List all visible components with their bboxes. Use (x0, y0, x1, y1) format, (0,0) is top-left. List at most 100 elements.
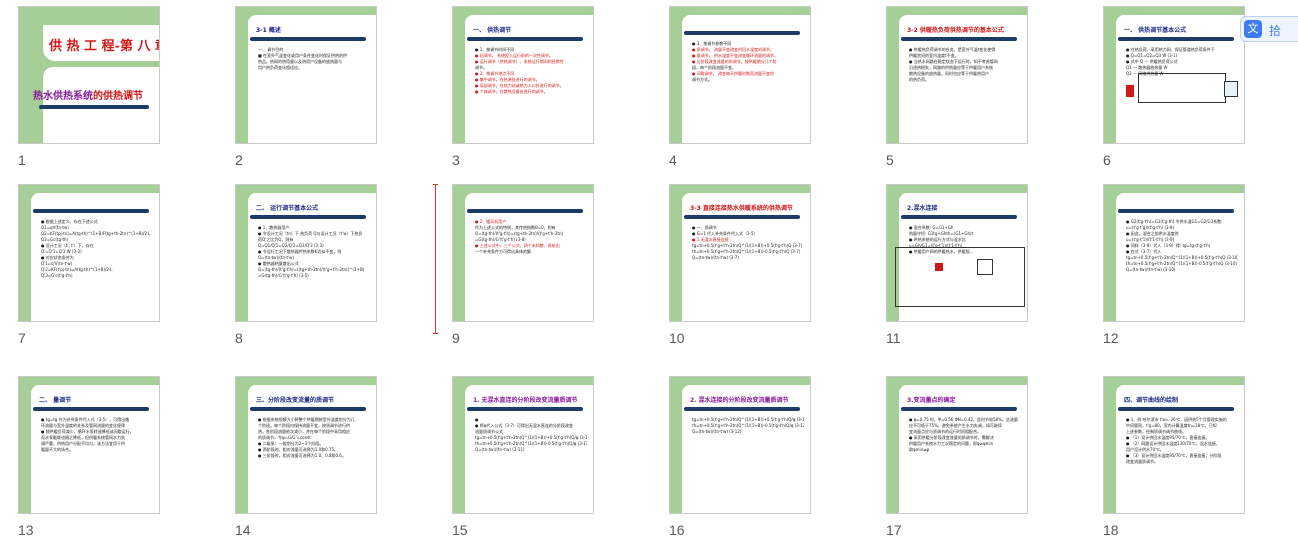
slide-number: 8 (235, 330, 243, 346)
slide-body: ● 3、按调节参数不同 ● 质调节。 流量不变改变供回水温度的调节。 ● 量调节。 … (692, 41, 804, 83)
slide-number: 14 (235, 522, 251, 538)
slide-title: 3.变流量点的确定 (907, 397, 956, 404)
radiator-icon (977, 259, 993, 275)
slide-title: 3-1 概述 (256, 27, 281, 34)
slide-number: 15 (452, 522, 468, 538)
slide-text-line: 调节方式。 (692, 77, 712, 82)
title-underline (39, 105, 149, 109)
title-bar (250, 215, 366, 219)
slide-title: 供 热 工 程-第 八 章 (49, 39, 160, 54)
slide-number: 16 (669, 522, 685, 538)
title-bar (1118, 37, 1234, 41)
slide-preview[interactable]: 供 热 工 程-第 八 章热水供热系统的供热调节 (18, 6, 160, 144)
slide-preview[interactable]: 三、分阶段改变流量的质调节 ● 根据系统规模大小将整个供暖期按室外温度划分为几 个… (235, 376, 377, 514)
slide-preview[interactable]: 2. 混水连接的分阶段改变流量质调节 tg=tn+0.5(t'g+t'h-2tn… (669, 376, 811, 514)
slide-text-line: =G(tg-th)/G'(t'g-t'h) (3-5) (258, 273, 309, 278)
slide-preview[interactable]: ● 3、按调节参数不同 ● 质调节。 流量不变改变供回水温度的调节。 ● 量调节。 … (669, 6, 811, 144)
title-bar (1118, 209, 1234, 213)
slide-preview[interactable]: ● 根据上述定义，存在下述公式 Q1=qV(tn-tw) Q2=KF(tpj-t… (18, 184, 160, 322)
slide-number: 4 (669, 152, 677, 168)
title-bar (901, 37, 1017, 41)
slide-number: 9 (452, 330, 460, 346)
slide-preview[interactable]: 二、 运行调节基本公式 ● 1、散热器用户 ● 令设计工况（tn）下 热负荷 Q与设… (235, 184, 377, 322)
slide-body: ● 1、例 哈尔滨市 t'w=-26℃，因供热5个月管理实施的 中间管网，t'g… (1126, 417, 1238, 465)
title-bar (33, 407, 149, 411)
slide-body: ● 1、按调节时间不同 ● 初调节。 系统投入运行前的一次性调节。 ● 运行调节（供… (475, 47, 587, 95)
title-bar (250, 407, 366, 411)
slide-text-line: 用户热负荷变化相适应。 (258, 65, 302, 70)
slide-body: ● 根据上述定义，存在下述公式 Q1=qV(tn-tw) Q2=KF(tpj-t… (41, 219, 153, 279)
slide-text-line: Q=(tn-tw)/(tn-t'w) (3-7) (692, 255, 739, 260)
slide-body: ● 一、质调节 ● G=1 代入补充条件代入式（3-5） ● 1.无混水直接连接 t… (692, 225, 804, 261)
title-bar (467, 407, 583, 411)
title-bar (901, 407, 1017, 411)
slide-number: 6 (1103, 152, 1111, 168)
slide-number: 12 (1103, 330, 1119, 346)
system-diagram (1138, 73, 1226, 103)
title-bar (901, 215, 1017, 219)
slide-preview[interactable]: 四、调节曲线的绘制 ● 1、例 哈尔滨市 t'w=-26℃，因供热5个月管理实施的… (1103, 376, 1245, 514)
slide-number: 10 (669, 330, 685, 346)
slide-title: 2.混水连接 (907, 205, 938, 212)
slide-title: 一、 供热调节 (473, 27, 512, 34)
slide-title: 2. 混水连接的分阶段改变流量质调节 (690, 397, 789, 404)
slide-text-line: Q=(tn-tw)/(tn-t'w) (3-12) (692, 429, 742, 434)
slide-text-line: 取φmin≥φ (909, 447, 930, 452)
slide-number: 1 (18, 152, 26, 168)
slide-number: 13 (18, 522, 34, 538)
slide-text-line: 暖量不大的场合。 (41, 447, 73, 452)
slide-preview[interactable]: 一、 供热调节 ● 1、按调节时间不同 ● 初调节。 系统投入运行前的一次性调节。 ●… (452, 6, 594, 144)
heat-source-icon (935, 263, 943, 271)
slide-text-line: ● 三阶段时，相对流量可选择为1.0、0.8和0.6。 (258, 453, 346, 458)
title-bar (684, 215, 800, 219)
slide-number: 2 (235, 152, 243, 168)
slide-text-line: ● 个体调节。在散热设备处进行的调节。 (475, 89, 548, 94)
slide-preview[interactable]: 1. 无混水直连的分阶段改变流量质调节 ● ● 将φ代入公式（3-7）可得出无混水直… (452, 376, 594, 514)
slide-preview[interactable]: 一、 供热调节基本公式 ● 在热负荷、采用热力网、保证管道热负荷条件下 ● Q=Q1… (1103, 6, 1245, 144)
slide-body: ● 供暖热负荷调节的任务，是室外气温t变化使得 供暖房间的室内温度t不变。 ● 当… (909, 47, 1021, 83)
title-bar (684, 407, 800, 411)
slide-body: ● 2、暖风机用户 作为上述公式的特例，其传热指数B=0，则有 Q=(tg-th… (475, 219, 587, 255)
slide-text-line: 的热负荷。 (909, 77, 929, 82)
slide-title: 3-3 直接连接热水供暖系统的供热调节 (690, 205, 793, 212)
insertion-cursor (433, 184, 438, 334)
slide-text-line: Q=(tn-tw)/(tn-t'w) (3-11) (475, 447, 525, 452)
slide-preview[interactable]: ● 2、暖风机用户 作为上述公式的特例，其传热指数B=0，则有 Q=(tg-th… (452, 184, 594, 322)
slide-body: ● G2(t'g-t'h)=G1(t'g-th) 令供水温G1=G2/G3系数:… (1126, 219, 1238, 273)
slide-text-line: Q=(tn-tw)/(tn-t'w) (3-10) (1126, 267, 1176, 272)
slide-preview[interactable]: 二、 量调节 ● tg=tg 作为补充条件代入式（3-5），可得出循 环流量与室外… (18, 376, 160, 514)
slide-preview[interactable]: ● G2(t'g-t'h)=G1(t'g-th) 令供水温G1=G2/G3系数:… (1103, 184, 1245, 322)
slide-preview[interactable]: 3-1 概述一、 调节目的 ■ 在室外气温变化或用户条件变化时保证供热的供 热品。… (235, 6, 377, 144)
slide-number: 18 (1103, 522, 1119, 538)
slide-subtitle: 热水供热系统的供热调节 (33, 91, 143, 102)
slide-title: 二、 运行调节基本公式 (256, 205, 319, 212)
slide-body: tg=tn+0.5(t'g+t'h-2tn)Q^(1/(1+B))+0.5(t'… (692, 417, 804, 435)
slide-preview[interactable]: 3-2 供暖热负荷供热调节的基本公式 ● 供暖热负荷调节的任务，是室外气温t变化使… (886, 6, 1028, 144)
slide-title: 1. 无混水直连的分阶段改变流量质调节 (473, 397, 578, 404)
slide-title: 三、分阶段改变流量的质调节 (256, 397, 335, 404)
slide-preview[interactable]: 3-3 直接连接热水供暖系统的供热调节 ● 一、质调节 ● G=1 代入补充条件代入… (669, 184, 811, 322)
slide-title: 3-2 供暖热负荷供热调节的基本公式 (907, 27, 1004, 34)
slide-body: ● ● 将φ代入公式（3-7）可得出无混水直连的分阶段改变 流量质调节公式 tg=… (475, 417, 587, 453)
slide-body: ● 根据系统规模大小将整个供暖期按室外温度划分为几 个阶段，每个阶段内保持流量不… (258, 417, 370, 459)
slide-number: 3 (452, 152, 460, 168)
slide-title: 一、 供热调节基本公式 (1124, 27, 1187, 34)
slide-body: ● tg=tg 作为补充条件代入式（3-5），可得出循 环流量与室外温度的关系及… (41, 417, 153, 453)
slide-preview[interactable]: 3.变流量点的确定 ● φ=0.75 时，Ψ=0.56 ΦN=0.42，此时节电5… (886, 376, 1028, 514)
slide-number: 11 (886, 330, 901, 346)
title-bar (250, 37, 366, 41)
slide-number: 5 (886, 152, 894, 168)
slide-number: 7 (18, 330, 26, 346)
slide-title: 四、调节曲线的绘制 (1124, 397, 1179, 404)
title-bar (1118, 407, 1234, 411)
title-bar (33, 209, 149, 213)
title-bar (684, 31, 800, 35)
translate-button[interactable]: 文 拾 (1240, 16, 1298, 42)
slide-title: 二、 量调节 (39, 397, 72, 404)
slide-preview[interactable]: 2.混水连接 ● 混合系数: G=G1+Gh 热量守恒: G1tg+Ghth=(G… (886, 184, 1028, 322)
slide-body: 一、 调节目的 ■ 在室外气温变化或用户条件变化时保证供热的供 热品。热网的热用量… (258, 47, 370, 71)
mixing-diagram (895, 247, 1025, 307)
slide-body: ● φ=0.75 时，Ψ=0.56 ΦN=0.42，此时节电58%。总流量 应不… (909, 417, 1021, 453)
slide-number: 17 (886, 522, 902, 538)
translate-label: 拾 (1269, 24, 1282, 38)
